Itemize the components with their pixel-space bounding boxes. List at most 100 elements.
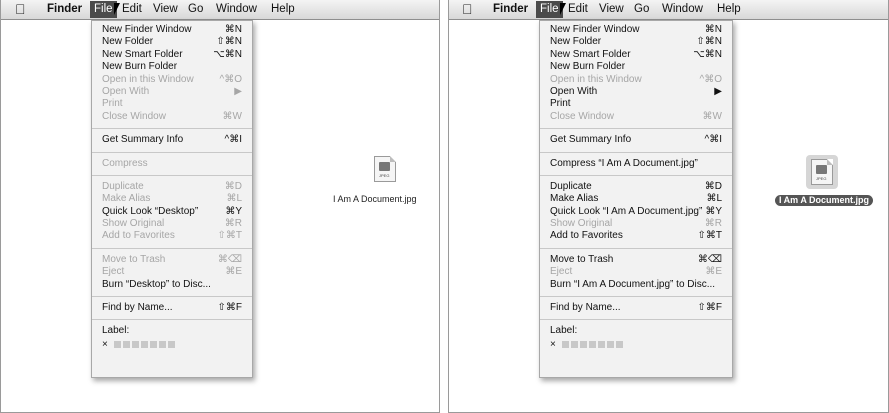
menubar-finder[interactable]: Finder (493, 2, 528, 17)
menu-item-label: Close Window (102, 110, 166, 122)
mouse-pointer-icon (560, 3, 566, 15)
menu-item-label: Make Alias (550, 193, 599, 205)
menu-separator (540, 319, 732, 321)
apple-logo-icon[interactable]:  (15, 2, 26, 16)
menubar-go[interactable]: Go (188, 2, 203, 17)
menu-item-shortcut: ⇧⌘F (697, 302, 723, 314)
menu-item-shortcut: ⌘⌫ (697, 253, 722, 265)
menu-item-new-folder[interactable]: New Folder ⇧⌘N (92, 36, 252, 48)
menu-item-shortcut: ^⌘O (219, 73, 242, 85)
menubar-edit[interactable]: Edit (122, 2, 142, 17)
menubar-window[interactable]: Window (662, 2, 703, 17)
menubar-file[interactable]: File (90, 1, 117, 18)
menu-item-move-to-trash: Move to Trash ⌘⌫ (92, 254, 252, 266)
left-finder-screen:  Finder File Edit View Go Window Help N… (0, 0, 440, 413)
menu-item-new-finder-window[interactable]: New Finder Window ⌘N (540, 24, 732, 36)
right-finder-screen:  Finder File Edit View Go Window Help N… (448, 0, 889, 413)
file-name-label-selected[interactable]: I Am A Document.jpg (775, 195, 873, 206)
menu-item-open-in-this-window: Open in this Window ^⌘O (540, 74, 732, 86)
label-color-swatch[interactable] (588, 340, 596, 348)
menu-item-new-smart-folder[interactable]: New Smart Folder ⌥⌘N (92, 49, 252, 61)
menubar-window[interactable]: Window (216, 2, 257, 17)
menu-item-quick-look-desktop[interactable]: Quick Look “Desktop” ⌘Y (92, 206, 252, 218)
menubar-help[interactable]: Help (717, 2, 741, 17)
label-color-swatch[interactable] (561, 340, 569, 348)
menu-item-make-alias: Make Alias ⌘L (92, 193, 252, 205)
menubar-finder[interactable]: Finder (47, 2, 82, 17)
menu-item-get-summary-info[interactable]: Get Summary Info ^⌘I (540, 134, 732, 146)
menu-item-get-summary-info[interactable]: Get Summary Info ^⌘I (92, 134, 252, 146)
menu-item-label: Duplicate (550, 180, 592, 192)
label-color-swatch[interactable] (615, 340, 623, 348)
jpeg-document-icon[interactable]: JPEG (374, 156, 396, 182)
menu-item-label[interactable]: Label: (92, 325, 252, 337)
menu-item-label: Print (102, 98, 123, 110)
label-color-swatch[interactable] (158, 340, 166, 348)
jpeg-document-icon[interactable]: JPEG (811, 159, 833, 185)
menu-item-make-alias[interactable]: Make Alias ⌘L (540, 193, 732, 205)
menu-item-find-by-name[interactable]: Find by Name... ⇧⌘F (540, 302, 732, 314)
menu-item-shortcut: ⇧⌘F (217, 302, 243, 314)
menu-item-new-burn-folder[interactable]: New Burn Folder (540, 61, 732, 73)
menu-separator (92, 151, 252, 153)
menu-item-label: Open in this Window (102, 73, 194, 85)
menu-item-duplicate[interactable]: Duplicate ⌘D (540, 181, 732, 193)
label-color-swatch[interactable] (122, 340, 130, 348)
menu-item-burn-desktop-to-disc[interactable]: Burn “Desktop” to Disc... (92, 279, 252, 291)
apple-logo-icon[interactable]:  (462, 2, 473, 16)
menu-item-duplicate: Duplicate ⌘D (92, 181, 252, 193)
menu-item-label: Compress (102, 157, 148, 169)
label-color-swatch[interactable] (167, 340, 175, 348)
label-color-swatch[interactable] (113, 340, 121, 348)
menubar-help[interactable]: Help (271, 2, 295, 17)
label-clear-icon[interactable]: × (102, 339, 108, 350)
menu-item-new-finder-window[interactable]: New Finder Window ⌘N (92, 24, 252, 36)
menu-item-new-smart-folder[interactable]: New Smart Folder ⌥⌘N (540, 49, 732, 61)
menu-item-print[interactable]: Print (540, 98, 732, 110)
menu-bar:  Finder File Edit View Go Window Help (1, 0, 439, 20)
label-color-swatch[interactable] (131, 340, 139, 348)
menu-item-label: Eject (550, 266, 573, 278)
menu-item-eject: Eject ⌘E (92, 266, 252, 278)
file-name-label[interactable]: I Am A Document.jpg (333, 194, 417, 205)
menu-item-shortcut: ⇧⌘T (697, 230, 723, 242)
menubar-view[interactable]: View (599, 2, 624, 17)
menubar-view[interactable]: View (153, 2, 178, 17)
menu-item-shortcut: ^⌘I (704, 134, 722, 146)
menu-item-find-by-name[interactable]: Find by Name... ⇧⌘F (92, 302, 252, 314)
label-color-swatch[interactable] (606, 340, 614, 348)
label-color-swatch[interactable] (570, 340, 578, 348)
menu-item-add-to-favorites[interactable]: Add to Favorites ⇧⌘T (540, 230, 732, 242)
menu-item-shortcut: ⌥⌘N (693, 48, 722, 60)
menu-item-open-with[interactable]: Open With ▶ (540, 86, 732, 98)
menubar-edit[interactable]: Edit (568, 2, 588, 17)
menu-item-new-burn-folder[interactable]: New Burn Folder (92, 61, 252, 73)
menubar-file[interactable]: File (536, 1, 563, 18)
menu-item-label: Burn “I Am A Document.jpg” to Disc... (550, 278, 716, 290)
menu-item-move-to-trash[interactable]: Move to Trash ⌘⌫ (540, 254, 732, 266)
menu-item-label: New Finder Window (102, 24, 192, 35)
menu-item-shortcut: ⌘R (224, 218, 242, 230)
menu-item-label: Print (550, 98, 571, 110)
menu-item-burn-i-am-a-documentjpg-to-disc[interactable]: Burn “I Am A Document.jpg” to Disc... (540, 279, 732, 291)
menu-item-label: Label: (102, 325, 130, 337)
label-clear-icon[interactable]: × (550, 339, 556, 350)
menu-item-label: Get Summary Info (550, 134, 632, 146)
menu-item-open-with: Open With ▶ (92, 86, 252, 98)
label-color-swatch[interactable] (149, 340, 157, 348)
menu-item-label: Eject (102, 266, 125, 278)
menu-separator (92, 174, 252, 176)
label-color-swatch[interactable] (597, 340, 605, 348)
menu-separator (92, 128, 252, 130)
menu-item-shortcut: ⌘N (224, 24, 242, 35)
menu-item-quick-look-i-am-a-documentjpg[interactable]: Quick Look “I Am A Document.jpg” ⌘Y (540, 206, 732, 218)
label-color-swatch[interactable] (140, 340, 148, 348)
menu-item-label: Get Summary Info (102, 134, 184, 146)
menu-item-label: Quick Look “I Am A Document.jpg” (550, 205, 703, 217)
label-color-swatch[interactable] (579, 340, 587, 348)
menu-item-compress-i-am-a-documentjpg[interactable]: Compress “I Am A Document.jpg” (540, 158, 732, 170)
menu-item-label: Label: (550, 325, 578, 337)
menubar-go[interactable]: Go (634, 2, 649, 17)
menu-item-new-folder[interactable]: New Folder ⇧⌘N (540, 36, 732, 48)
menu-item-label[interactable]: Label: (540, 325, 732, 337)
